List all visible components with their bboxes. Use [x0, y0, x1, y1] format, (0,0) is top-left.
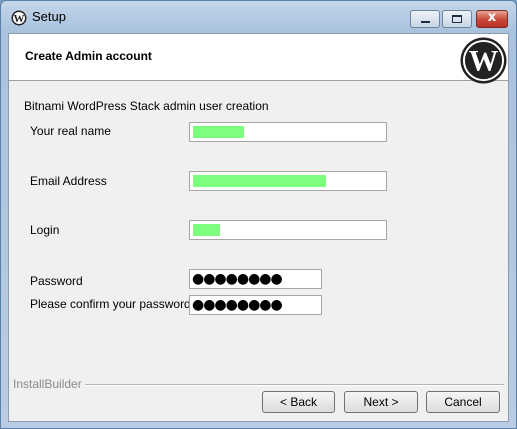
password-label: Password: [30, 274, 83, 288]
redacted-value: [193, 126, 244, 138]
real-name-label: Your real name: [30, 124, 111, 138]
confirm-password-input[interactable]: ●●●●●●●●: [189, 295, 322, 315]
back-button[interactable]: < Back: [262, 391, 335, 413]
email-label: Email Address: [30, 174, 107, 188]
page-title: Create Admin account: [25, 49, 152, 63]
wordpress-icon: W: [11, 10, 27, 26]
minimize-button[interactable]: [410, 10, 440, 28]
confirm-password-label: Please confirm your password: [30, 297, 191, 311]
password-mask: ●●●●●●●●: [192, 271, 283, 287]
login-label: Login: [30, 223, 60, 237]
maximize-button[interactable]: [442, 10, 472, 28]
footer-divider: [85, 384, 504, 386]
redacted-value: [193, 175, 326, 187]
close-icon: x: [487, 10, 497, 25]
svg-text:W: W: [469, 45, 498, 77]
cancel-button[interactable]: Cancel: [426, 391, 500, 413]
next-button[interactable]: Next >: [344, 391, 418, 413]
title-bar[interactable]: W Setup x: [1, 1, 516, 33]
redacted-value: [193, 224, 220, 236]
intro-text: Bitnami WordPress Stack admin user creat…: [24, 99, 269, 113]
page-header: Create Admin account W: [9, 34, 508, 84]
dialog-body: Create Admin account W Bitnami WordPress…: [8, 33, 509, 422]
real-name-input[interactable]: [189, 122, 387, 142]
password-input[interactable]: ●●●●●●●●: [189, 269, 322, 289]
wordpress-logo: W: [460, 37, 507, 84]
brand-label: InstallBuilder: [13, 377, 82, 391]
confirm-password-mask: ●●●●●●●●: [192, 297, 283, 313]
maximize-icon: [452, 15, 462, 23]
close-button[interactable]: x: [476, 10, 508, 28]
login-input[interactable]: [189, 220, 387, 240]
minimize-icon: [421, 21, 430, 23]
window-title: Setup: [32, 9, 66, 24]
setup-window: W Setup x Create Admin account W Bitnami…: [0, 0, 517, 429]
email-input[interactable]: [189, 171, 387, 191]
svg-text:W: W: [14, 13, 25, 25]
